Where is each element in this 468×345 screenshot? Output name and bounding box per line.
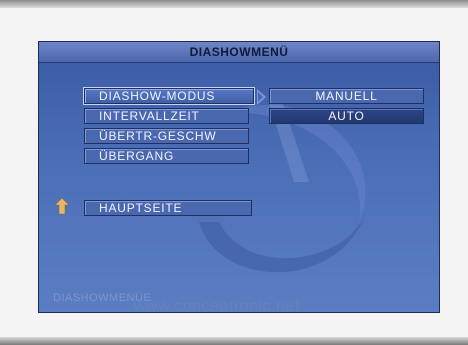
hauptseite-label: HAUPTSEITE	[99, 201, 183, 215]
bottom-border	[0, 337, 468, 345]
watermark-text: www.conceptronic.net	[134, 298, 300, 313]
option-auto[interactable]: AUTO	[269, 108, 424, 124]
option-label: AUTO	[328, 109, 365, 123]
menu-item-diashow-modus[interactable]: DIASHOW-MODUS	[84, 88, 254, 104]
up-arrow-icon	[55, 198, 69, 214]
hauptseite-button[interactable]: HAUPTSEITE	[84, 200, 252, 216]
top-border	[0, 0, 468, 8]
slideshow-menu: DIASHOWMENÜ DIASHOW-MODUS INTERVALLZEIT …	[38, 41, 440, 313]
background-swirl-graphic	[199, 92, 369, 273]
option-manuell[interactable]: MANUELL	[269, 88, 424, 104]
menu-item-uebertr-geschw[interactable]: ÜBERTR-GESCHW	[84, 128, 249, 144]
menu-item-uebergang[interactable]: ÜBERGANG	[84, 148, 249, 164]
menu-item-label: ÜBERTR-GESCHW	[99, 129, 217, 143]
menu-item-intervallzeit[interactable]: INTERVALLZEIT	[84, 108, 249, 124]
menu-title: DIASHOWMENÜ	[39, 42, 439, 63]
menu-item-label: DIASHOW-MODUS	[99, 89, 216, 103]
menu-item-label: ÜBERGANG	[99, 149, 175, 163]
tv-screen: DIASHOWMENÜ DIASHOW-MODUS INTERVALLZEIT …	[0, 0, 468, 345]
arrow-right-icon	[257, 89, 266, 105]
menu-item-label: INTERVALLZEIT	[99, 109, 200, 123]
option-label: MANUELL	[315, 89, 378, 103]
